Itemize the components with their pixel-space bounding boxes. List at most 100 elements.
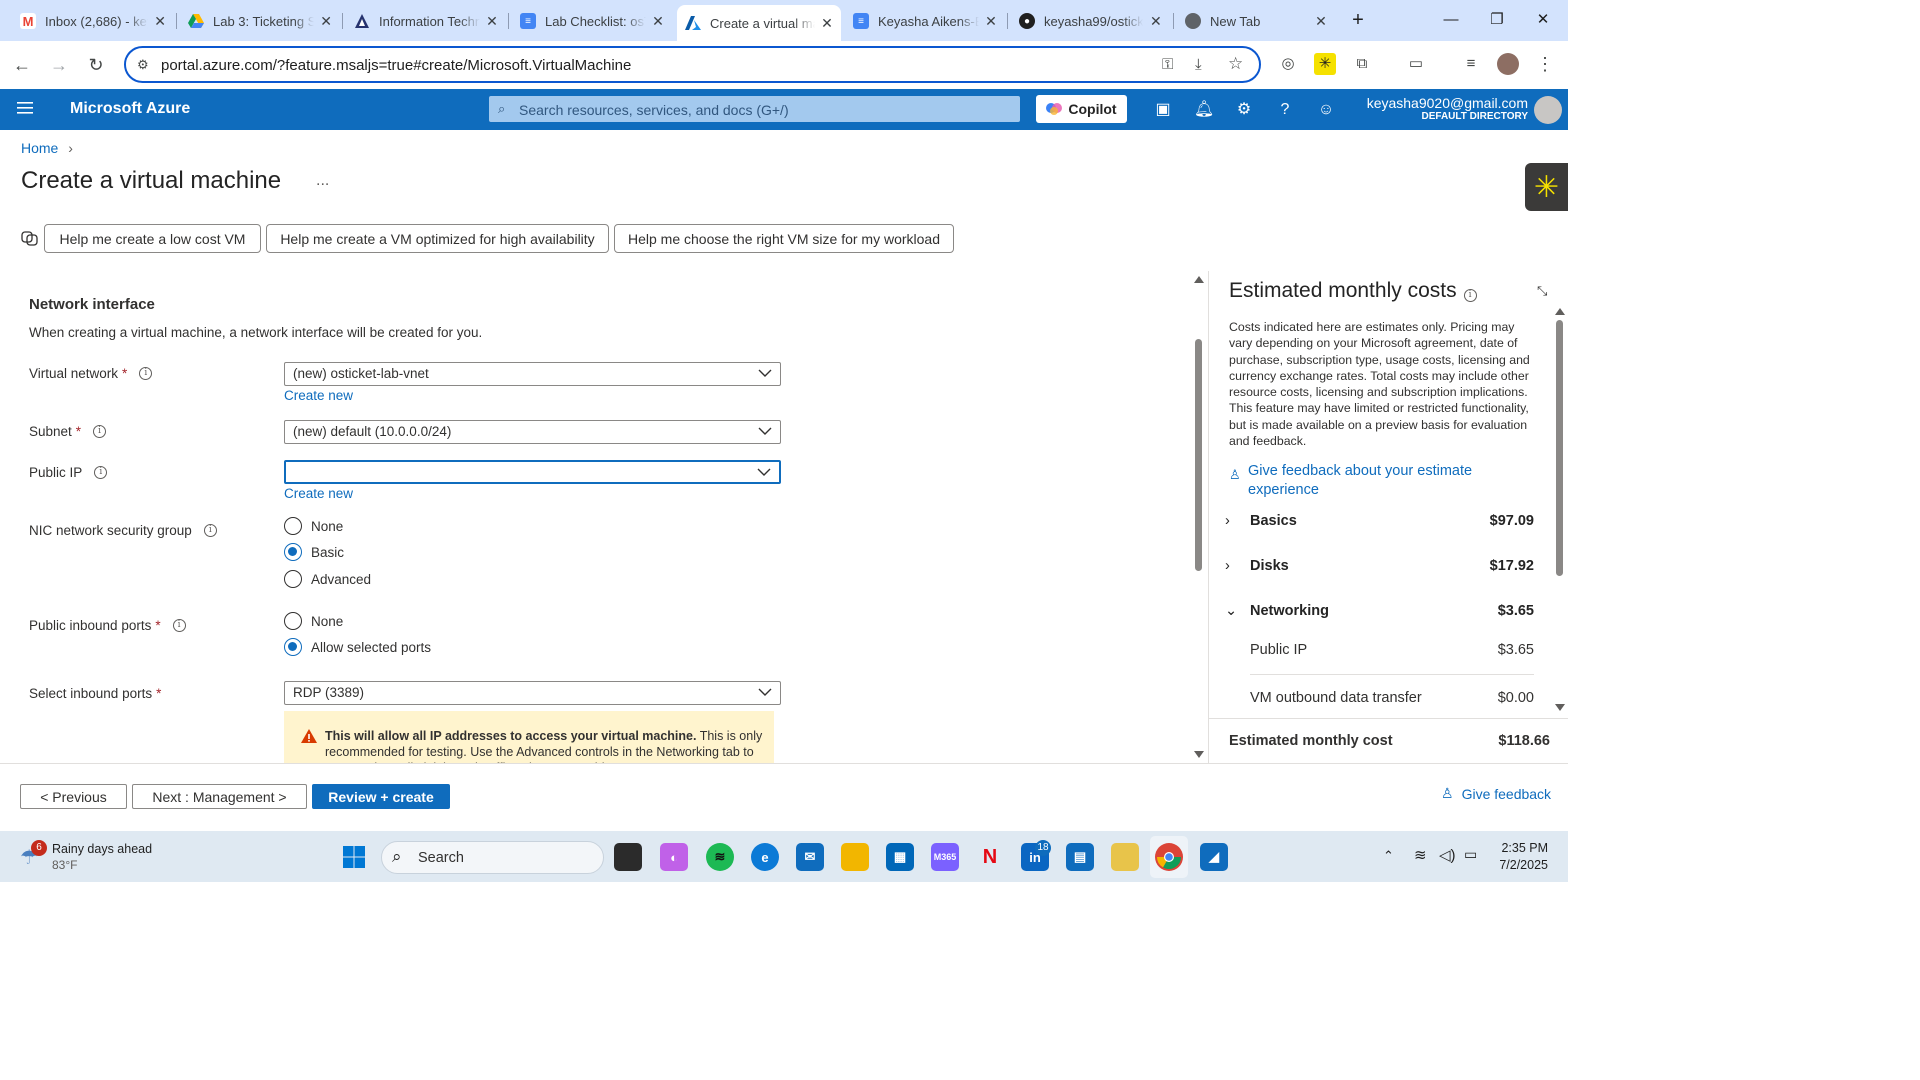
cost-row-basics[interactable]: › Basics $97.09 bbox=[1225, 513, 1534, 529]
mail-icon[interactable]: ✉ bbox=[796, 843, 824, 871]
close-icon[interactable]: ✕ bbox=[652, 13, 664, 30]
estimate-feedback-link[interactable]: ♙ Give feedback about your estimate expe… bbox=[1229, 462, 1529, 500]
close-window-button[interactable]: ✕ bbox=[1531, 8, 1555, 32]
scroll-down-arrow-icon[interactable] bbox=[1194, 751, 1204, 758]
maximize-button[interactable]: ❐ bbox=[1485, 8, 1509, 32]
tab-lab3[interactable]: Lab 3: Ticketing System ✕ bbox=[180, 5, 340, 37]
avatar[interactable] bbox=[1534, 96, 1562, 124]
info-icon[interactable]: i bbox=[93, 425, 107, 438]
tab-gmail[interactable]: M Inbox (2,686) - keyasha9020@gmail.com … bbox=[12, 5, 174, 37]
file-explorer-icon[interactable] bbox=[841, 843, 869, 871]
volume-icon[interactable]: ◁) bbox=[1439, 846, 1456, 864]
system-clock[interactable]: 2:35 PM 7/2/2025 bbox=[1499, 840, 1548, 874]
cost-row-networking[interactable]: ⌄ Networking $3.65 bbox=[1225, 603, 1534, 619]
minimize-button[interactable]: — bbox=[1439, 8, 1463, 32]
azure-brand[interactable]: Microsoft Azure bbox=[70, 100, 190, 118]
new-tab-button[interactable]: + bbox=[1346, 8, 1370, 32]
close-icon[interactable]: ✕ bbox=[821, 15, 833, 32]
virtual-network-dropdown[interactable]: (new) osticket-lab-vnet bbox=[284, 362, 781, 386]
kebab-menu-icon[interactable]: ⋮ bbox=[1534, 53, 1556, 75]
azure-search-input[interactable]: ⌕ Search resources, services, and docs (… bbox=[489, 96, 1020, 122]
previous-button[interactable]: < Previous bbox=[20, 784, 127, 809]
inbound-option-none[interactable]: None bbox=[284, 612, 343, 630]
password-key-icon[interactable]: ⚿ bbox=[1162, 56, 1173, 73]
info-icon[interactable]: i bbox=[1463, 289, 1477, 302]
floating-extension-icon[interactable]: ✳ bbox=[1525, 163, 1568, 211]
subnet-dropdown[interactable]: (new) default (10.0.0.0/24) bbox=[284, 420, 781, 444]
assist-high-availability-button[interactable]: Help me create a VM optimized for high a… bbox=[266, 224, 609, 253]
next-management-button[interactable]: Next : Management > bbox=[132, 784, 307, 809]
cost-panel-scrollbar[interactable] bbox=[1553, 308, 1567, 716]
radio-button[interactable] bbox=[284, 612, 302, 630]
spotify-icon[interactable]: ≋ bbox=[706, 843, 734, 871]
give-feedback-link[interactable]: ♙ Give feedback bbox=[1441, 785, 1551, 802]
copilot-app-icon[interactable]: ◐ bbox=[660, 843, 688, 871]
scrollbar-thumb[interactable] bbox=[1195, 339, 1202, 571]
scroll-up-arrow-icon[interactable] bbox=[1555, 308, 1565, 315]
paint-app-icon[interactable]: ◢ bbox=[1200, 843, 1228, 871]
task-view-icon[interactable] bbox=[614, 843, 642, 871]
tab-new-tab[interactable]: New Tab ✕ bbox=[1177, 5, 1337, 37]
nsg-option-basic[interactable]: Basic bbox=[284, 543, 344, 561]
tab-search-icon[interactable]: ▭ bbox=[1405, 53, 1427, 75]
close-icon[interactable]: ✕ bbox=[1313, 13, 1329, 30]
cost-row-disks[interactable]: › Disks $17.92 bbox=[1225, 558, 1534, 574]
radio-button[interactable] bbox=[284, 517, 302, 535]
forward-arrow-icon[interactable]: → bbox=[47, 53, 71, 77]
main-scrollbar[interactable] bbox=[1193, 274, 1205, 760]
breadcrumb-home[interactable]: Home bbox=[21, 140, 58, 156]
notifications-bell-icon[interactable]: 🔔︎ bbox=[1193, 99, 1215, 121]
reload-icon[interactable]: ↻ bbox=[84, 53, 108, 77]
wifi-icon[interactable]: ≋ bbox=[1414, 846, 1427, 864]
netflix-icon[interactable]: N bbox=[976, 843, 1004, 871]
public-ip-dropdown[interactable] bbox=[284, 460, 781, 484]
tab-information-technology[interactable]: Information Technology ✕ bbox=[346, 5, 506, 37]
close-icon[interactable]: ✕ bbox=[486, 13, 498, 30]
scroll-down-arrow-icon[interactable] bbox=[1555, 704, 1565, 711]
radio-button[interactable] bbox=[284, 570, 302, 588]
select-inbound-ports-dropdown[interactable]: RDP (3389) bbox=[284, 681, 781, 705]
news-icon[interactable]: ▤ bbox=[1066, 843, 1094, 871]
account-info[interactable]: keyasha9020@gmail.com DEFAULT DIRECTORY bbox=[1367, 95, 1528, 122]
battery-icon[interactable]: ▭ bbox=[1464, 846, 1477, 863]
copilot-button[interactable]: Copilot bbox=[1036, 95, 1127, 123]
tab-keyasha-aikens[interactable]: ≡ Keyasha Aikens-Brown ✕ bbox=[845, 5, 1005, 37]
tab-github-osticket[interactable]: ● keyasha99/osticket ✕ bbox=[1011, 5, 1171, 37]
grammarly-icon[interactable]: ◎ bbox=[1277, 53, 1299, 75]
nsg-option-none[interactable]: None bbox=[284, 517, 343, 535]
hamburger-menu-icon[interactable] bbox=[17, 101, 33, 118]
info-icon[interactable]: i bbox=[94, 466, 108, 479]
assist-vm-size-button[interactable]: Help me choose the right VM size for my … bbox=[614, 224, 954, 253]
more-options-icon[interactable]: ... bbox=[316, 172, 329, 190]
close-icon[interactable]: ✕ bbox=[985, 13, 997, 30]
radio-button-selected[interactable] bbox=[284, 638, 302, 656]
close-icon[interactable]: ✕ bbox=[1149, 13, 1163, 30]
address-bar[interactable]: ⚙ portal.azure.com/?feature.msaljs=true#… bbox=[124, 46, 1261, 83]
taskbar-search[interactable]: ⌕ Search bbox=[381, 841, 604, 874]
assist-low-cost-button[interactable]: Help me create a low cost VM bbox=[44, 224, 261, 253]
site-settings-icon[interactable]: ⚙ bbox=[137, 57, 149, 73]
scroll-up-arrow-icon[interactable] bbox=[1194, 276, 1204, 283]
create-new-public-ip-link[interactable]: Create new bbox=[284, 486, 353, 501]
microsoft-store-icon[interactable]: ▦ bbox=[886, 843, 914, 871]
tab-lab-checklist[interactable]: ≡ Lab Checklist: osTicket ✕ bbox=[512, 5, 672, 37]
close-icon[interactable]: ✕ bbox=[320, 13, 332, 30]
cloud-shell-icon[interactable]: ▣ bbox=[1152, 99, 1174, 121]
chevron-up-icon[interactable]: ⌃ bbox=[1383, 848, 1394, 864]
tab-create-vm[interactable]: Create a virtual machine ✕ bbox=[677, 5, 841, 41]
radio-button-selected[interactable] bbox=[284, 543, 302, 561]
inbound-option-allow-selected[interactable]: Allow selected ports bbox=[284, 638, 431, 656]
m365-icon[interactable]: M365 bbox=[931, 843, 959, 871]
profile-avatar[interactable] bbox=[1497, 53, 1519, 75]
collapse-panel-icon[interactable]: ⤡ bbox=[1537, 283, 1547, 299]
bookmark-star-icon[interactable]: ☆ bbox=[1228, 54, 1243, 74]
install-app-icon[interactable]: ⤓ bbox=[1195, 56, 1202, 73]
settings-gear-icon[interactable]: ⚙ bbox=[1233, 99, 1255, 121]
extensions-puzzle-icon[interactable]: ⧉ bbox=[1351, 53, 1373, 75]
windows-start-icon[interactable] bbox=[340, 843, 368, 871]
chrome-icon[interactable] bbox=[1155, 843, 1183, 871]
notes-icon[interactable] bbox=[1111, 843, 1139, 871]
info-icon[interactable]: i bbox=[139, 367, 153, 380]
info-icon[interactable]: i bbox=[203, 524, 217, 537]
create-new-vnet-link[interactable]: Create new bbox=[284, 388, 353, 403]
